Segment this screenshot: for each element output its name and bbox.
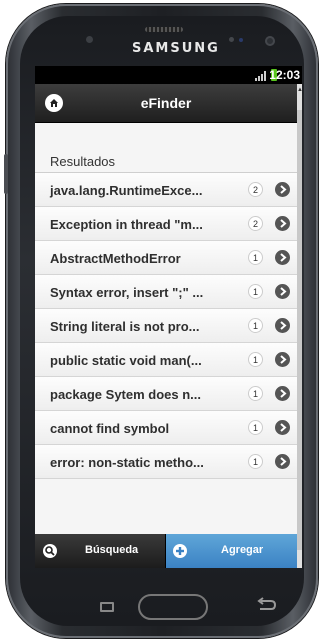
screen: 12:03 eFinder ▲ Resultados java.lang.Run… (35, 66, 302, 568)
page-title: eFinder (140, 95, 192, 111)
tab-add-label: Agregar (221, 544, 264, 556)
list-item[interactable]: AbstractMethodError 1 (35, 241, 297, 275)
list-item-label: Syntax error, insert ";" ... (50, 285, 204, 300)
tab-search[interactable]: Búsqueda (35, 534, 166, 568)
notification-led-icon (239, 38, 243, 42)
chevron-right-icon[interactable] (275, 454, 290, 469)
earpiece-speaker (145, 27, 183, 32)
list-item[interactable]: cannot find symbol 1 (35, 411, 297, 445)
back-key-icon[interactable] (256, 597, 276, 613)
chevron-right-icon[interactable] (275, 284, 290, 299)
results-list: java.lang.RuntimeExce... 2 Exception in … (35, 172, 297, 479)
list-item[interactable]: Exception in thread "m... 2 (35, 207, 297, 241)
status-time: 12:03 (269, 68, 300, 82)
list-item-label: error: non-static metho... (50, 455, 204, 470)
count-badge: 2 (248, 216, 263, 231)
status-bar: 12:03 (35, 66, 302, 84)
list-item-label: cannot find symbol (50, 421, 170, 436)
chevron-right-icon[interactable] (275, 216, 290, 231)
list-item[interactable]: java.lang.RuntimeExce... 2 (35, 173, 297, 207)
list-item-label: java.lang.RuntimeExce... (50, 183, 203, 198)
menu-key-icon[interactable] (100, 602, 114, 612)
chevron-right-icon[interactable] (275, 182, 290, 197)
light-sensor-icon (229, 37, 234, 42)
count-badge: 1 (248, 318, 263, 333)
device-brand: SAMSUNG (132, 41, 220, 56)
list-item[interactable]: package Sytem does n... 1 (35, 377, 297, 411)
front-camera-icon (265, 36, 275, 46)
chevron-right-icon[interactable] (275, 386, 290, 401)
list-item[interactable]: public static void man(... 1 (35, 343, 297, 377)
list-item-label: public static void man(... (50, 353, 202, 368)
scroll-up-icon[interactable]: ▲ (297, 86, 302, 94)
list-item-label: String literal is not pro... (50, 319, 200, 334)
footer-navbar: Búsqueda Agregar (35, 534, 297, 568)
list-item-label: Exception in thread "m... (50, 217, 203, 232)
count-badge: 1 (248, 250, 263, 265)
chevron-right-icon[interactable] (275, 420, 290, 435)
plus-icon (173, 544, 187, 558)
count-badge: 1 (248, 420, 263, 435)
count-badge: 1 (248, 454, 263, 469)
list-item-label: package Sytem does n... (50, 387, 202, 402)
tab-search-label: Búsqueda (85, 544, 139, 556)
count-badge: 2 (248, 182, 263, 197)
count-badge: 1 (248, 386, 263, 401)
results-heading: Resultados (50, 154, 116, 169)
count-badge: 1 (248, 352, 263, 367)
chevron-right-icon[interactable] (275, 318, 290, 333)
list-item-label: AbstractMethodError (50, 251, 181, 266)
count-badge: 1 (248, 284, 263, 299)
hardware-home-button[interactable] (138, 594, 208, 620)
search-icon (43, 544, 57, 558)
scrollbar-thumb[interactable] (297, 110, 302, 550)
tab-add[interactable]: Agregar (166, 534, 297, 568)
signal-icon (255, 71, 266, 81)
app-header: eFinder (35, 84, 297, 123)
list-item[interactable]: String literal is not pro... 1 (35, 309, 297, 343)
side-button (4, 154, 8, 194)
proximity-sensor-icon (86, 36, 93, 43)
chevron-right-icon[interactable] (275, 352, 290, 367)
list-item[interactable]: Syntax error, insert ";" ... 1 (35, 275, 297, 309)
list-item[interactable]: error: non-static metho... 1 (35, 445, 297, 479)
chevron-right-icon[interactable] (275, 250, 290, 265)
